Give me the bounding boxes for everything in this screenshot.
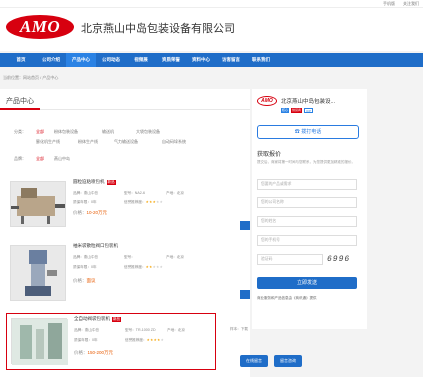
new-badge: 新品 (112, 317, 121, 322)
nav-item-docs[interactable]: 资料中心 (186, 53, 216, 67)
call-button[interactable]: ☎ 拨打电话 (257, 125, 359, 139)
rating-stars: ★★★★★ (145, 265, 164, 269)
product-meta-row1: 品牌：燕山中岛 (73, 191, 99, 195)
filter-category-palletizer[interactable]: 自动码垛系统 (162, 136, 186, 148)
filter-label-brand: 品牌： (14, 156, 26, 161)
product-card-highlighted: 全自动阀袋包装机 新品 品牌：燕山中岛 型号：TR-1000 ZD 产地：北京 质… (6, 313, 216, 370)
filter-category-extruder[interactable]: 膨化机生产线 (36, 136, 60, 148)
supplier-logo: AMO (257, 96, 277, 106)
filter-category-bigbag[interactable]: 大袋包装设备 (136, 126, 160, 138)
product-image[interactable] (10, 181, 66, 227)
product-brand: 品牌：燕山中岛 (73, 255, 99, 259)
follow-link[interactable]: 关注我们 (403, 1, 419, 7)
product-origin: 产地：北京 (166, 255, 184, 259)
product-name[interactable]: 圆粒迫粘喷包机 新品 (73, 179, 116, 185)
filter-category-pneumatic[interactable]: 气力输送设备 (114, 136, 138, 148)
product-warranty: 质保年限：0年 (74, 338, 98, 342)
supplier-name[interactable]: 北京燕山中岛包装设... (281, 97, 335, 105)
need-input[interactable]: 您要的产品或需求 (257, 179, 357, 190)
online-message-button[interactable]: 在线留言 (240, 355, 268, 367)
nav-item-honors[interactable]: 资质荣誉 (156, 53, 186, 67)
filter-category-conveyor[interactable]: 输送机 (102, 126, 114, 138)
title-divider (0, 108, 250, 110)
nav-item-about[interactable]: 公司介绍 (36, 53, 66, 67)
tag-core: 核心 (281, 108, 290, 113)
product-image[interactable] (11, 318, 68, 365)
inquiry-button[interactable] (240, 290, 250, 299)
nav-item-home[interactable]: 首页 (6, 53, 36, 67)
product-model: 型号： (124, 255, 135, 259)
product-rating: 信誉推荐度：★★★★★ (125, 338, 165, 342)
product-price: 价格：面议 (73, 278, 96, 283)
product-name[interactable]: 全自动阀袋包装机 新品 (74, 316, 121, 322)
nav-item-contact[interactable]: 联系我们 (246, 53, 276, 67)
product-warranty: 质保年限：0年 (73, 200, 97, 204)
captcha-input[interactable]: 验证码 (257, 254, 323, 265)
filter-brand-all[interactable]: 全部 (36, 153, 44, 165)
product-list-panel: 产品中心 分类： 全部 粉体包装设备 输送机 大袋包装设备 膨化机生产线 粉体生… (0, 89, 302, 377)
page-title: 产品中心 (6, 98, 34, 105)
captcha-image[interactable]: 6996 (327, 255, 355, 265)
product-model: 型号：NA2-6 (124, 191, 145, 195)
rating-stars: ★★★★★ (146, 338, 165, 342)
company-logo[interactable]: AMO (6, 15, 74, 39)
product-brand: 品牌：燕山中岛 (74, 328, 100, 332)
quote-title: 获取报价 (257, 152, 282, 158)
service-note: 商业服务和产品信息由《商讯通》提供 (257, 296, 317, 300)
product-warranty: 质保年限：0年 (73, 265, 97, 269)
product-card: 圆粒迫粘喷包机 新品 品牌：燕山中岛 型号：NA2-6 产地：北京 质保年限：0年… (6, 177, 250, 237)
product-sample[interactable]: 样本：下载 (230, 327, 248, 332)
product-image[interactable] (10, 245, 66, 301)
rating-stars: ★★★★★ (145, 200, 164, 204)
phone-input[interactable]: 您的手机号 (257, 235, 357, 246)
product-origin: 产地：北京 (167, 328, 185, 332)
filter-brand-yanshan[interactable]: 燕山中岛 (54, 153, 70, 165)
product-price: 价格：150-200万元 (74, 350, 114, 355)
nav-item-products[interactable]: 产品中心 (66, 53, 96, 67)
filter-category-powderline[interactable]: 粉体生产线 (78, 136, 98, 148)
tag-supplier: 供货商 (291, 108, 303, 113)
inquiry-button[interactable] (240, 221, 250, 230)
company-input[interactable]: 您的公司名称 (257, 197, 357, 208)
submit-button[interactable]: 立即发送 (257, 277, 357, 289)
product-name[interactable]: 袖米袋散粒阀口包装机 (73, 243, 118, 249)
breadcrumb: 当前位置：网站首页 / 产品中心 (3, 75, 59, 80)
product-card: 袖米袋散粒阀口包装机 品牌：燕山中岛 型号： 产地：北京 质保年限：0年 信誉推… (6, 241, 250, 301)
nav-item-videos[interactable]: 视频展 (126, 53, 156, 67)
tag-icp: ICP (304, 108, 314, 113)
supplier-tags: 核心 供货商 ICP (281, 108, 314, 113)
product-price: 价格：10-20万元 (73, 210, 108, 215)
filter-label-category: 分类： (14, 129, 26, 134)
quote-description: 提交后，商家将第一时间与您联系，为您提供更加精准的报价。 (257, 160, 355, 164)
product-rating: 信誉推荐度：★★★★★ (124, 265, 164, 269)
mobile-link[interactable]: 手机版 (383, 1, 395, 7)
product-origin: 产地：北京 (166, 191, 184, 195)
consult-button[interactable]: 留言咨询 (274, 355, 302, 367)
product-rating: 信誉推荐度：★★★★★ (124, 200, 164, 204)
main-nav: 首页 公司介绍 产品中心 公司动态 视频展 资质荣誉 资料中心 访客留言 联系我… (0, 53, 423, 67)
company-name: 北京燕山中岛包装设备有限公司 (81, 23, 235, 35)
new-badge: 新品 (106, 180, 116, 185)
nav-item-guestbook[interactable]: 访客留言 (216, 53, 246, 67)
supplier-sidebar: AMO 北京燕山中岛包装设... 核心 供货商 ICP ☎ 拨打电话 获取报价 … (252, 89, 367, 329)
product-model: 型号：TR-1000 ZD (125, 328, 156, 332)
top-bar: 手机版 关注我们 (0, 0, 423, 8)
name-input[interactable]: 您的姓名 (257, 216, 357, 227)
nav-item-news[interactable]: 公司动态 (96, 53, 126, 67)
